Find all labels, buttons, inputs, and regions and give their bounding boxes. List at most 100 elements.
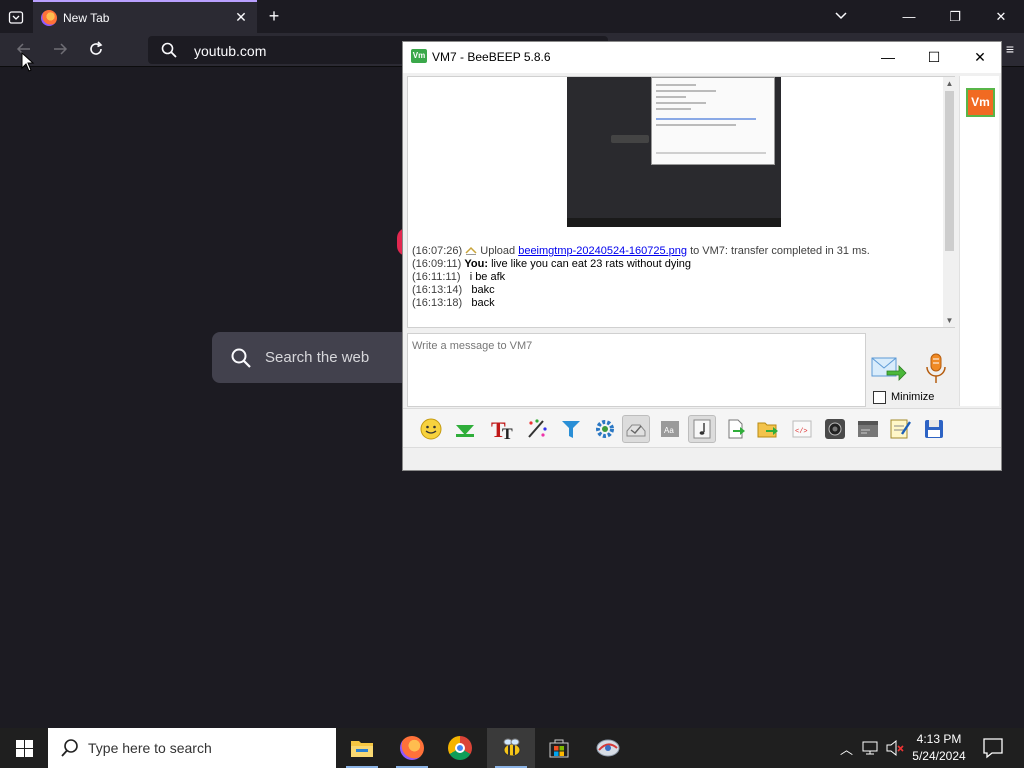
message-author: You: [464, 258, 489, 270]
notification-center-icon[interactable] [978, 736, 1008, 760]
message-text: to VM7: transfer completed in 31 ms. [690, 245, 870, 257]
user-panel: Vm [959, 76, 999, 406]
search-icon [231, 348, 251, 368]
menu-icon[interactable]: ≡ [1006, 41, 1014, 57]
tab-new-tab[interactable]: New Tab ✕ [33, 0, 257, 33]
code-icon: </> [792, 420, 812, 438]
list-item: (16:13:14) bakc [412, 284, 932, 297]
filter-button[interactable] [557, 415, 585, 443]
restore-window-button[interactable]: ❐ [932, 0, 978, 33]
search-icon [61, 739, 78, 757]
green-arrow-icon [456, 425, 474, 437]
toggle-button[interactable] [451, 415, 479, 443]
sound-button[interactable] [688, 415, 716, 443]
microsoft-store-taskbar-button[interactable] [535, 728, 583, 768]
newtab-search-box[interactable]: Search the web [212, 332, 412, 383]
firefox-icon [400, 736, 424, 760]
tray-icon [626, 424, 646, 437]
chrome-taskbar-button[interactable] [436, 728, 484, 768]
show-hidden-icons-icon[interactable]: ︿ [840, 739, 853, 758]
scroll-down-icon[interactable]: ▼ [943, 316, 956, 325]
tab-title: New Tab [63, 10, 110, 25]
send-folder-button[interactable] [754, 415, 782, 443]
network-app-taskbar-button[interactable] [584, 728, 632, 768]
message-time: (16:11:11) [412, 271, 461, 283]
window-title: VM7 - BeeBEEP 5.8.6 [432, 50, 551, 64]
settings-button[interactable] [591, 415, 619, 443]
message-input[interactable]: Write a message to VM7 [407, 333, 866, 407]
scroll-up-icon[interactable]: ▲ [943, 79, 956, 88]
message-text: Upload [480, 245, 516, 257]
notes-button[interactable] [886, 415, 914, 443]
volume-muted-icon[interactable] [886, 740, 906, 756]
list-all-tabs-button[interactable] [4, 5, 28, 29]
message-time: (16:13:14) [412, 284, 463, 296]
close-button[interactable]: ✕ [957, 42, 1003, 73]
message-time: (16:09:11) [412, 258, 462, 270]
taskbar-search-box[interactable]: Type here to search [48, 728, 336, 768]
chat-toolbar: TT Aa </> [403, 408, 1001, 448]
windows-logo-icon [15, 739, 33, 757]
minimize-button[interactable]: — [865, 42, 911, 73]
address-bar-text[interactable]: youtub.com [194, 43, 266, 59]
screenshot-inner-window [651, 77, 775, 165]
reload-button[interactable] [84, 38, 108, 62]
music-note-icon [693, 419, 711, 439]
message-text: bakc [471, 284, 495, 296]
emoticon-button[interactable] [417, 415, 445, 443]
firefox-taskbar-button[interactable] [388, 728, 436, 768]
newtab-search-placeholder: Search the web [265, 349, 370, 366]
chat-scrollbar[interactable]: ▲ ▼ [943, 77, 956, 327]
send-message-icon[interactable] [871, 354, 907, 384]
file-link[interactable]: beeimgtmp-20240524-160725.png [518, 245, 687, 257]
shared-screenshot-image[interactable] [567, 77, 781, 227]
webcam-button[interactable] [821, 415, 849, 443]
tray-button[interactable] [622, 415, 650, 443]
avatar[interactable]: Vm [966, 88, 995, 117]
font-icon: Aa [661, 421, 679, 437]
microphone-icon[interactable] [922, 352, 950, 386]
file-explorer-taskbar-button[interactable] [338, 728, 386, 768]
color-button[interactable] [523, 415, 551, 443]
minimize-checkbox-row[interactable]: Minimize [873, 390, 934, 404]
chevron-down-icon[interactable] [818, 0, 864, 33]
svg-text:Aa: Aa [664, 426, 674, 435]
chat-history[interactable]: (16:07:26) Upload beeimgtmp-20240524-160… [407, 76, 956, 328]
scrollbar-thumb[interactable] [945, 91, 954, 251]
terminal-button[interactable] [854, 415, 882, 443]
chrome-icon [448, 736, 472, 760]
send-file-button[interactable] [722, 415, 750, 443]
save-button[interactable] [920, 415, 948, 443]
beebeep-taskbar-button[interactable] [487, 728, 535, 768]
new-tab-button[interactable]: + [262, 5, 286, 29]
close-tab-icon[interactable]: ✕ [231, 9, 251, 26]
code-button[interactable]: </> [788, 415, 816, 443]
windows-taskbar: Type here to search ︿ 4:13 PM 5/24/2024 [0, 728, 1024, 768]
start-button[interactable] [0, 728, 48, 768]
svg-text:</>: </> [795, 428, 808, 436]
system-clock[interactable]: 4:13 PM 5/24/2024 [905, 731, 973, 765]
font-button[interactable]: TT [489, 415, 517, 443]
font-settings-button[interactable]: Aa [656, 415, 684, 443]
close-window-button[interactable]: ✕ [978, 0, 1024, 33]
message-text: live like you can eat 23 rats without dy… [491, 258, 692, 270]
bee-icon [503, 738, 521, 757]
forward-button[interactable] [48, 38, 72, 62]
search-icon [161, 42, 177, 58]
network-icon[interactable] [862, 740, 880, 756]
upload-icon [465, 246, 477, 255]
minimize-window-button[interactable]: — [886, 0, 932, 33]
send-folder-icon [757, 422, 778, 438]
smiley-icon [420, 418, 442, 440]
message-text: back [471, 297, 495, 309]
beebeep-title-bar[interactable]: Vm VM7 - BeeBEEP 5.8.6 — ☐ ✕ [403, 42, 1001, 73]
notepad-icon [890, 419, 911, 439]
svg-text:T: T [502, 426, 513, 442]
color-picker-icon [528, 419, 547, 438]
list-item: (16:07:26) Upload beeimgtmp-20240524-160… [412, 245, 932, 258]
minimize-checkbox[interactable] [873, 390, 886, 404]
status-bar [403, 448, 1001, 470]
message-input-placeholder: Write a message to VM7 [412, 340, 533, 352]
maximize-button[interactable]: ☐ [911, 42, 957, 73]
tab-list-icon [8, 11, 24, 24]
